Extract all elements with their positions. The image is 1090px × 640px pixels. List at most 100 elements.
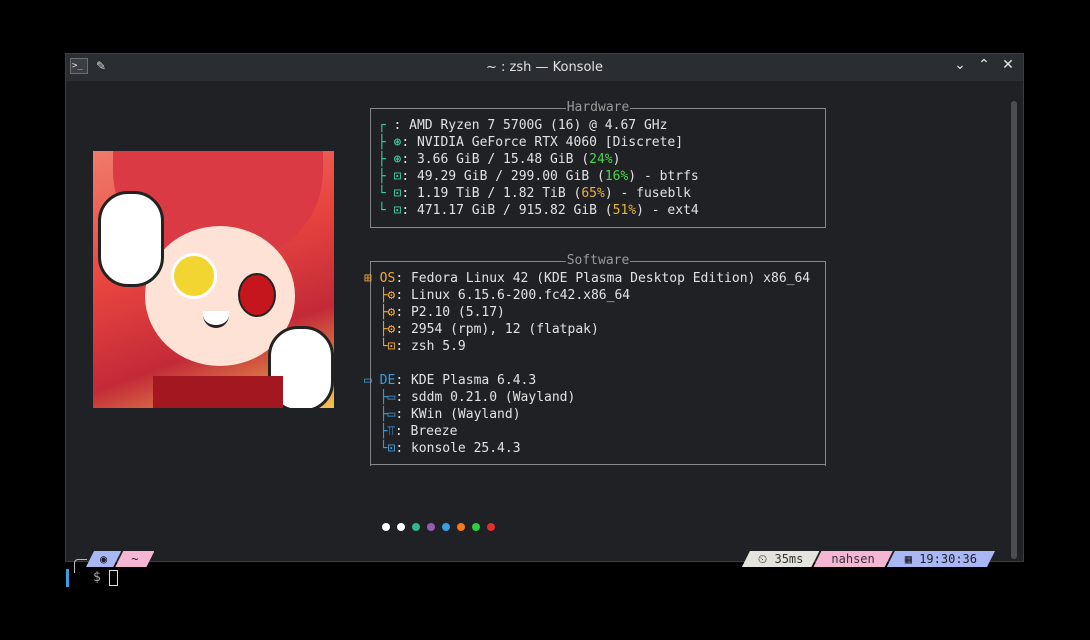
terminal-content[interactable]: Hardware ┌ : AMD Ryzen 7 5700G (16) @ 4.… [66, 81, 1023, 587]
titlebar[interactable]: >_ ✎ ~ : zsh — Konsole ⌄ ⌃ ✕ [66, 54, 1023, 81]
hardware-icon: ⊡ [393, 203, 402, 218]
tree-branch: └ [377, 203, 386, 218]
line-marker [66, 569, 69, 587]
palette-dot [412, 523, 420, 531]
gear-icon: ⚙ [387, 305, 396, 320]
gear-icon: ⚙ [387, 288, 396, 303]
de-key: DE [379, 373, 396, 388]
close-icon[interactable]: ✕ [1001, 57, 1015, 73]
palette-dot [397, 523, 405, 531]
minimize-chevron-down-icon[interactable]: ⌄ [953, 57, 967, 73]
tree-branch: └ [377, 186, 386, 201]
de-detail: KWin (Wayland) [410, 407, 521, 422]
software-line: ├⚙: Linux 6.15.6-200.fc42.x86_64 [379, 288, 631, 303]
fedora-icon: ◉ [86, 551, 121, 567]
palette-dot [427, 523, 435, 531]
scrollbar[interactable] [1011, 101, 1017, 559]
os-key: OS [379, 271, 396, 286]
hardware-line: └ ⊡: 1.19 TiB / 1.82 TiB (65%) - fuseblk [377, 186, 691, 201]
hardware-line: ┌ : AMD Ryzen 7 5700G (16) @ 4.67 GHz [377, 118, 668, 133]
calendar-icon: ▦ [904, 552, 920, 566]
time-value: 19:30:36 [919, 552, 977, 566]
hardware-line: └ ⊡: 471.17 GiB / 915.82 GiB (51%) - ext… [377, 203, 699, 218]
usage-percent: 65% [581, 186, 605, 201]
tree-branch: ├ [377, 152, 386, 167]
software-line: ├⚙: P2.10 (5.17) [379, 305, 505, 320]
palette-dot [442, 523, 450, 531]
command-input-line[interactable]: $ [66, 569, 118, 587]
os-detail: P2.10 (5.17) [410, 305, 505, 320]
hardware-value: 49.29 GiB / 299.00 GiB ( [416, 169, 605, 184]
hardware-suffix: ) - ext4 [636, 203, 699, 218]
hardware-title: Hardware [565, 100, 631, 115]
de-detail: sddm 0.21.0 (Wayland) [410, 390, 576, 405]
software-line: ├⫪: Breeze [379, 424, 458, 439]
usage-percent: 24% [589, 152, 613, 167]
prompt-left: ◉ ~ [86, 551, 154, 567]
usage-percent: 16% [604, 169, 629, 184]
de-icon: ▭ [387, 390, 396, 405]
palette-dot [457, 523, 465, 531]
palette-dot [487, 523, 495, 531]
konsole-window: >_ ✎ ~ : zsh — Konsole ⌄ ⌃ ✕ Hardware ┌ … [65, 53, 1024, 587]
de-icon: ⫪ [387, 424, 395, 439]
palette-dot [382, 523, 390, 531]
clock-segment: ▦ 19:30:36 [887, 551, 995, 567]
software-title: Software [565, 253, 631, 268]
os-detail: Linux 6.15.6-200.fc42.x86_64 [410, 288, 631, 303]
maximize-chevron-up-icon[interactable]: ⌃ [977, 57, 991, 73]
de-icon: ▭ [387, 407, 396, 422]
prompt-right: ⏲ 35ms nahsen ▦ 19:30:36 [742, 551, 995, 567]
os-detail: zsh 5.9 [410, 339, 466, 354]
hardware-suffix: ) [612, 152, 621, 167]
hardware-icon: ⊛ [393, 152, 402, 167]
hardware-line: ├ ⊛: 3.66 GiB / 15.48 GiB (24%) [377, 152, 621, 167]
hardware-value: 471.17 GiB / 915.82 GiB ( [416, 203, 613, 218]
de-detail: konsole 25.4.3 [410, 441, 521, 456]
window-icon: ▭ [364, 373, 372, 388]
hardware-icon: ⊡ [393, 186, 402, 201]
color-palette [382, 523, 495, 531]
software-line: ⊞ OS: Fedora Linux 42 (KDE Plasma Deskto… [364, 271, 811, 286]
hardware-value: NVIDIA GeForce RTX 4060 [Discrete] [416, 135, 684, 150]
software-line: ├▭: sddm 0.21.0 (Wayland) [379, 390, 576, 405]
hardware-line: ├ ⊡: 49.29 GiB / 299.00 GiB (16%) - btrf… [377, 169, 699, 184]
software-line: ├⚙: 2954 (rpm), 12 (flatpak) [379, 322, 599, 337]
hardware-value: 3.66 GiB / 15.48 GiB ( [416, 152, 590, 167]
gear-icon: ⚙ [387, 322, 396, 337]
windows-icon: ⊞ [364, 271, 372, 286]
hardware-suffix: ) - fuseblk [604, 186, 691, 201]
software-box-bottom [370, 459, 826, 465]
os-value: Fedora Linux 42 (KDE Plasma Desktop Edit… [410, 271, 811, 286]
de-value: KDE Plasma 6.4.3 [410, 373, 537, 388]
tree-branch: ├ [377, 135, 386, 150]
software-line: └⊡: konsole 25.4.3 [379, 441, 521, 456]
hardware-value: AMD Ryzen 7 5700G (16) @ 4.67 GHz [409, 118, 668, 133]
duration-segment: ⏲ 35ms [742, 551, 820, 567]
hardware-line: ├ ⊛: NVIDIA GeForce RTX 4060 [Discrete] [377, 135, 684, 150]
de-icon: ⊡ [387, 441, 396, 456]
software-line: ├▭: KWin (Wayland) [379, 407, 521, 422]
software-line: └⊡: zsh 5.9 [379, 339, 466, 354]
user-segment: nahsen [813, 551, 892, 567]
palette-dot [472, 523, 480, 531]
de-detail: Breeze [410, 424, 458, 439]
gear-icon: ⊡ [387, 339, 396, 354]
hardware-box-bottom [370, 222, 826, 228]
window-title: ~ : zsh — Konsole [485, 60, 604, 75]
hardware-icon: ⊡ [393, 169, 402, 184]
prompt-symbol: $ [93, 570, 101, 585]
timer-icon: ⏲ [757, 552, 775, 566]
duration-value: 35ms [774, 552, 804, 566]
text-cursor[interactable] [108, 570, 118, 586]
tree-branch: ┌ [377, 118, 386, 133]
os-detail: 2954 (rpm), 12 (flatpak) [410, 322, 599, 337]
hardware-icon: ⊛ [393, 135, 402, 150]
tree-branch: ├ [377, 169, 386, 184]
usage-percent: 51% [612, 203, 637, 218]
software-line: ▭ DE: KDE Plasma 6.4.3 [364, 373, 537, 388]
prompt-dir: ~ [115, 551, 154, 567]
hardware-suffix: ) - btrfs [628, 169, 699, 184]
anime-logo-image [93, 151, 334, 408]
hardware-value: 1.19 TiB / 1.82 TiB ( [416, 186, 582, 201]
